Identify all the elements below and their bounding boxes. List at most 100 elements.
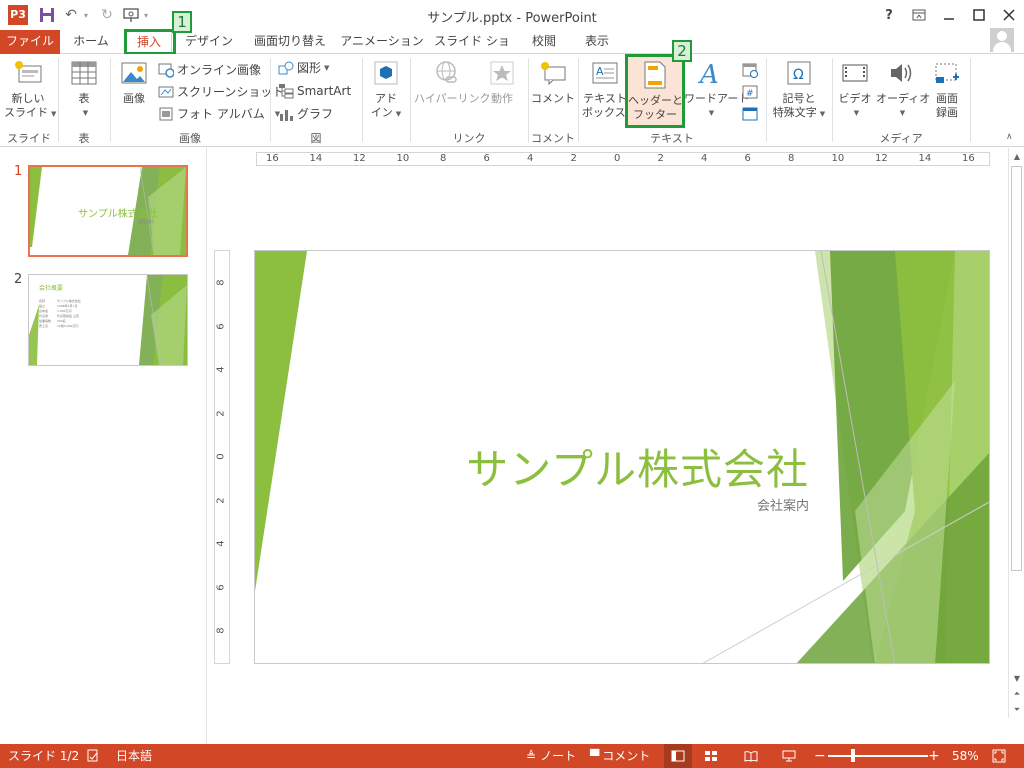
add-ins-button[interactable]: アド イン ▼ xyxy=(366,58,406,121)
tab-animations[interactable]: アニメーション xyxy=(340,30,424,54)
action-button[interactable]: 動作 xyxy=(482,58,522,106)
object-button[interactable] xyxy=(742,104,761,124)
ruler-tick-label: 6 xyxy=(215,322,227,330)
screenshot-button[interactable]: スクリーンショット▼ xyxy=(158,82,293,102)
slide-sorter-button[interactable] xyxy=(704,744,718,768)
close-button[interactable] xyxy=(994,0,1024,30)
slide-title[interactable]: サンプル株式会社 xyxy=(466,436,809,497)
reading-view-icon xyxy=(744,751,758,762)
undo-icon[interactable]: ↶ xyxy=(60,4,82,26)
online-pictures-button[interactable]: オンライン画像 xyxy=(158,60,261,80)
next-slide-icon[interactable]: ⏷ xyxy=(1009,702,1024,718)
scrollbar-thumb[interactable] xyxy=(1011,166,1022,571)
spell-check-icon[interactable] xyxy=(86,744,100,768)
tab-view[interactable]: 表示 xyxy=(574,30,620,54)
maximize-button[interactable] xyxy=(964,0,994,30)
title-bar: P3 ↶ ▾ ↻ ▾ サンプル.pptx - PowerPoint ? xyxy=(0,0,1024,30)
ruler-tick-label: 14 xyxy=(309,153,323,164)
ruler-tick-label: 4 xyxy=(527,153,534,164)
group-label-text: テキスト xyxy=(650,132,694,145)
scroll-down-icon[interactable]: ▼ xyxy=(1009,670,1024,686)
photo-album-button[interactable]: フォト アルバム ▼ xyxy=(158,104,280,124)
undo-dropdown-icon[interactable]: ▾ xyxy=(84,11,94,20)
comment-button[interactable]: コメント xyxy=(530,58,576,106)
vertical-scrollbar[interactable]: ▲ ▼ ⏶ ⏷ xyxy=(1008,148,1024,718)
scroll-up-icon[interactable]: ▲ xyxy=(1009,148,1024,164)
slide-sorter-icon xyxy=(705,751,717,761)
header-footer-highlight xyxy=(625,54,685,128)
save-icon[interactable] xyxy=(36,4,58,26)
video-button[interactable]: ビデオ ▼ xyxy=(836,58,874,120)
ruler-tick-label: 0 xyxy=(614,153,621,164)
wordart-button[interactable]: A ワードアート ▼ xyxy=(684,58,749,120)
slide-thumbnail-pane: 1 サンプル株式会社 会社案内 2 会社概要 名称 サンプル株式会社 設立 19… xyxy=(0,148,207,744)
ruler-tick-label: 6 xyxy=(744,153,751,164)
textbox-icon: A xyxy=(590,58,620,88)
ruler-tick-label: 10 xyxy=(831,153,845,164)
user-avatar[interactable] xyxy=(990,28,1014,52)
tab-slideshow[interactable]: スライド ショー xyxy=(432,30,512,71)
tab-home[interactable]: ホーム xyxy=(62,30,120,54)
symbols-button[interactable]: Ω 記号と 特殊文字 ▼ xyxy=(768,58,830,121)
object-icon xyxy=(742,106,758,122)
group-label-images: 画像 xyxy=(179,132,201,145)
tab-design[interactable]: デザイン xyxy=(180,30,238,54)
previous-slide-icon[interactable]: ⏶ xyxy=(1009,686,1024,702)
tab-review[interactable]: 校閲 xyxy=(522,30,566,54)
horizontal-ruler[interactable]: 16 14 12 10 8 6 4 2 0 2 4 6 8 10 12 14 16 xyxy=(256,152,990,166)
add-ins-icon xyxy=(371,58,401,88)
picture-button[interactable]: 画像 xyxy=(116,58,152,106)
slide-thumbnail-1[interactable]: サンプル株式会社 会社案内 xyxy=(28,165,188,257)
screen-recording-button[interactable]: 画面 録画 xyxy=(928,58,966,120)
ruler-tick-label: 14 xyxy=(918,153,932,164)
start-slideshow-icon[interactable] xyxy=(120,4,142,26)
redo-icon[interactable]: ↻ xyxy=(96,4,118,26)
collapse-ribbon-icon[interactable]: ∧ xyxy=(1006,132,1013,142)
insert-tab-highlight xyxy=(124,29,176,55)
chart-button[interactable]: グラフ xyxy=(278,104,333,124)
group-label-comments: コメント xyxy=(531,132,575,145)
ruler-tick-label: 16 xyxy=(266,153,279,164)
textbox-button[interactable]: A テキスト ボックス▼ xyxy=(582,58,634,121)
comments-button[interactable]: ▀ コメント xyxy=(590,744,650,768)
table-button[interactable]: 表 ▼ xyxy=(64,58,104,120)
svg-text:#: # xyxy=(746,89,754,99)
date-time-button[interactable] xyxy=(742,60,761,80)
minimize-button[interactable] xyxy=(934,0,964,30)
powerpoint-logo-icon[interactable]: P3 xyxy=(8,5,28,25)
zoom-level[interactable]: 58% xyxy=(952,744,979,768)
tab-transitions[interactable]: 画面切り替え xyxy=(248,30,332,54)
zoom-in-button[interactable]: + xyxy=(928,744,940,768)
zoom-slider-thumb[interactable] xyxy=(851,749,855,762)
notes-button[interactable]: ≜ ノート xyxy=(526,744,576,768)
reading-view-button[interactable] xyxy=(744,744,758,768)
slide-number-icon: # xyxy=(742,84,758,100)
omega-symbol-icon: Ω xyxy=(784,58,814,88)
slide-number-button[interactable]: # xyxy=(742,82,761,102)
slide-subtitle[interactable]: 会社案内 xyxy=(757,495,809,514)
svg-text:Ω: Ω xyxy=(793,67,804,83)
vertical-ruler[interactable]: 8 6 4 2 0 2 4 6 8 xyxy=(214,250,230,664)
callout-2: 2 xyxy=(672,40,692,62)
audio-button[interactable]: オーディオ ▼ xyxy=(876,58,930,120)
normal-view-button[interactable] xyxy=(664,744,692,768)
language-indicator[interactable]: 日本語 xyxy=(116,744,152,768)
fit-to-window-button[interactable] xyxy=(992,744,1006,768)
hyperlink-button[interactable]: ハイパーリンク xyxy=(414,58,491,106)
current-slide[interactable]: サンプル株式会社 会社案内 xyxy=(254,250,990,664)
smartart-button[interactable]: SmartArt xyxy=(278,81,351,101)
ruler-tick-label: 12 xyxy=(875,153,888,164)
new-slide-button[interactable]: 新しい スライド ▼ xyxy=(4,58,56,121)
ribbon-display-options-button[interactable] xyxy=(904,0,934,30)
tab-file[interactable]: ファイル xyxy=(0,30,60,54)
customize-qat-icon[interactable]: ▾ xyxy=(144,11,154,20)
slide-thumbnail-2[interactable]: 会社概要 名称 サンプル株式会社 設立 1998年4月1日 資本金 1,000万… xyxy=(28,274,188,366)
shapes-icon xyxy=(278,60,294,76)
slideshow-view-icon xyxy=(782,750,796,762)
thumbnail-number: 1 xyxy=(14,164,23,179)
zoom-slider-track[interactable] xyxy=(828,755,928,757)
help-button[interactable]: ? xyxy=(874,0,904,30)
slideshow-view-button[interactable] xyxy=(782,744,796,768)
zoom-out-button[interactable]: − xyxy=(814,744,826,768)
shapes-button[interactable]: 図形 ▼ xyxy=(278,58,329,78)
